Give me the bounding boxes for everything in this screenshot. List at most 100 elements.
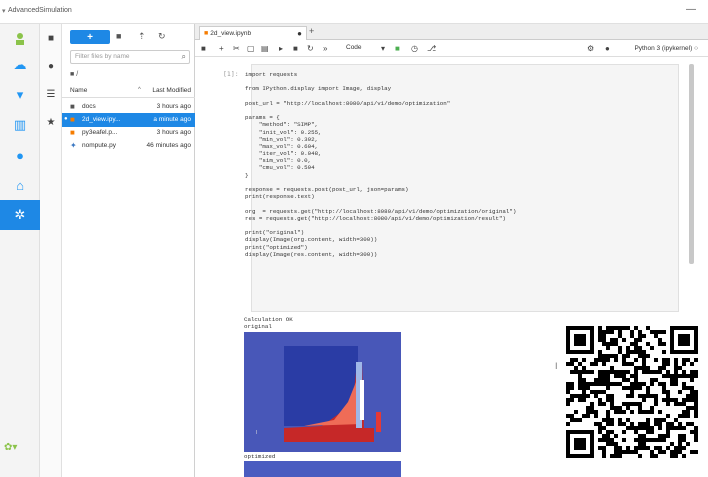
code-editor[interactable]: import requests from IPython.display impo… bbox=[245, 71, 516, 258]
refresh-icon[interactable]: ↻ bbox=[158, 31, 166, 42]
code-line: post_url = "http://localhost:8080/api/v1… bbox=[245, 99, 451, 107]
file-name: nompute.py bbox=[82, 142, 116, 149]
file-row[interactable]: ■ docs 3 hours ago bbox=[62, 100, 195, 114]
new-folder-icon[interactable]: ■ bbox=[116, 31, 121, 41]
restart-icon[interactable]: ↻ bbox=[307, 44, 314, 53]
code-line: print("optimized") bbox=[245, 243, 308, 251]
code-line: import requests bbox=[245, 71, 298, 78]
minimize-button[interactable]: — bbox=[686, 4, 696, 15]
folder-tab-icon[interactable]: ■ bbox=[40, 26, 62, 50]
code-line: "sim_vol": 0.0, bbox=[245, 157, 312, 165]
file-browser-toolbar: + ■ ⇡ ↻ bbox=[62, 28, 195, 46]
file-name: py3eafel.p... bbox=[82, 129, 118, 136]
notebook-toolbar: ■ + ✂ ▢ ▤ ▸ ■ ↻ » Code ▾ ■ ◷ ⎇ ⚙ ● Pytho… bbox=[195, 41, 708, 57]
breadcrumb[interactable]: ■ / bbox=[70, 71, 78, 78]
clock-icon[interactable]: ◷ bbox=[411, 44, 418, 53]
code-line: "cmu_vol": 0.594 bbox=[245, 164, 315, 172]
cloud-icon[interactable]: ☁ bbox=[0, 50, 40, 80]
scrollbar[interactable] bbox=[689, 64, 694, 264]
book-icon[interactable]: ▥ bbox=[0, 110, 40, 140]
svg-text:I: I bbox=[256, 430, 257, 436]
tab-bar: ■ 2d_view.ipynb ● + bbox=[195, 24, 708, 40]
file-browser: + ■ ⇡ ↻ Filter files by name ⌕ ■ / Name … bbox=[62, 24, 195, 477]
code-line: from IPython.display import Image, displ… bbox=[245, 85, 392, 93]
kernel-name[interactable]: Python 3 (ipykernel) ○ bbox=[634, 45, 698, 52]
text-cursor-icon: I bbox=[555, 361, 558, 371]
activity-bar: ☁ ▾ ▥ ● ⌂ ✲ bbox=[0, 24, 40, 477]
bug-icon[interactable]: ⚙ bbox=[587, 44, 594, 53]
extension-tab-icon[interactable]: ★ bbox=[40, 110, 62, 134]
file-row[interactable]: ✦ nompute.py 46 minutes ago bbox=[62, 139, 195, 153]
chevron-down-icon[interactable]: ▾ bbox=[381, 44, 385, 53]
run-icon[interactable]: ▸ bbox=[279, 44, 283, 53]
file-row[interactable]: ■ py3eafel.p... 3 hours ago bbox=[62, 126, 195, 140]
notebook-icon: ■ bbox=[70, 128, 75, 137]
breadcrumb-path: / bbox=[76, 71, 79, 78]
kernel-indicator-icon[interactable]: ● bbox=[605, 44, 610, 53]
filter-icon[interactable]: ▾ bbox=[0, 80, 40, 110]
running-tab-icon[interactable]: ● bbox=[40, 54, 62, 78]
new-launcher-button[interactable]: + bbox=[70, 30, 110, 44]
code-line: "min_vol": 0.392, bbox=[245, 135, 319, 143]
sort-icon[interactable]: ^ bbox=[138, 87, 141, 93]
fast-forward-icon[interactable]: » bbox=[323, 44, 327, 53]
copy-icon[interactable]: ▢ bbox=[247, 44, 255, 53]
insert-cell-icon[interactable]: + bbox=[219, 44, 224, 53]
green-status-icon[interactable]: ■ bbox=[395, 44, 400, 53]
column-modified[interactable]: Last Modified bbox=[152, 87, 191, 94]
cell-type-select[interactable]: Code bbox=[346, 44, 362, 51]
upload-icon[interactable]: ⇡ bbox=[138, 31, 146, 42]
globe-icon[interactable]: ● bbox=[0, 140, 40, 170]
new-tab-button[interactable]: + bbox=[309, 26, 314, 36]
code-line: "method": "SIMP", bbox=[245, 121, 319, 129]
output-status: Calculation OK bbox=[244, 316, 293, 323]
cut-icon[interactable]: ✂ bbox=[233, 44, 240, 53]
column-name[interactable]: Name bbox=[70, 87, 87, 94]
cell-output-text: Calculation OK original bbox=[244, 316, 293, 330]
hat-icon[interactable]: ⌂ bbox=[0, 170, 40, 200]
tab-label: 2d_view.ipynb bbox=[210, 30, 252, 37]
search-icon: ⌕ bbox=[181, 52, 186, 61]
code-line: display(Image(org.content, width=300)) bbox=[245, 236, 378, 244]
cell-prompt: [1]: bbox=[223, 70, 239, 78]
code-line: } bbox=[245, 171, 249, 179]
file-row[interactable]: ● ■ 2d_view.ipy... a minute ago bbox=[62, 113, 195, 127]
extension-icon[interactable]: ✿▾ bbox=[4, 442, 17, 453]
code-line: print(response.text) bbox=[245, 193, 315, 201]
running-dot-icon: ● bbox=[64, 116, 68, 122]
unsaved-dot-icon[interactable]: ● bbox=[297, 27, 302, 40]
tab-notebook[interactable]: ■ 2d_view.ipynb ● bbox=[199, 26, 307, 40]
left-sidebar-tabs: ■ ● ☰ ★ bbox=[40, 24, 62, 477]
output-optimized-label: optimized bbox=[244, 453, 276, 460]
code-line: params = { bbox=[245, 114, 280, 122]
save-icon[interactable]: ■ bbox=[201, 44, 206, 53]
file-modified: 3 hours ago bbox=[156, 103, 191, 110]
file-name: 2d_view.ipy... bbox=[82, 116, 121, 123]
window-title: AdvancedSimulation bbox=[8, 7, 72, 14]
settings-gear-icon[interactable]: ✲ bbox=[0, 200, 40, 230]
notebook-tab-icon: ■ bbox=[204, 30, 209, 37]
code-line: display(Image(res.content, width=300)) bbox=[245, 250, 378, 258]
code-line: "max_vol": 0.604, bbox=[245, 142, 319, 150]
code-line: "init_vol": 0.255, bbox=[245, 128, 322, 136]
commands-tab-icon[interactable]: ☰ bbox=[40, 82, 62, 106]
filter-input[interactable]: Filter files by name ⌕ bbox=[70, 50, 190, 64]
output-image-original: I bbox=[244, 332, 401, 452]
stop-icon[interactable]: ■ bbox=[293, 44, 298, 53]
file-name: docs bbox=[82, 103, 96, 110]
file-modified: 3 hours ago bbox=[156, 129, 191, 136]
file-modified: a minute ago bbox=[153, 116, 191, 123]
git-icon[interactable]: ⎇ bbox=[427, 44, 436, 53]
kernel-label: Python 3 (ipykernel) bbox=[634, 45, 693, 52]
file-modified: 46 minutes ago bbox=[146, 142, 191, 149]
qr-code bbox=[566, 326, 698, 458]
output-image-optimized bbox=[244, 461, 401, 477]
title-bar: ▾ AdvancedSimulation — bbox=[0, 0, 708, 24]
paste-icon[interactable]: ▤ bbox=[261, 44, 269, 53]
menu-chevron-icon[interactable]: ▾ bbox=[2, 7, 6, 15]
